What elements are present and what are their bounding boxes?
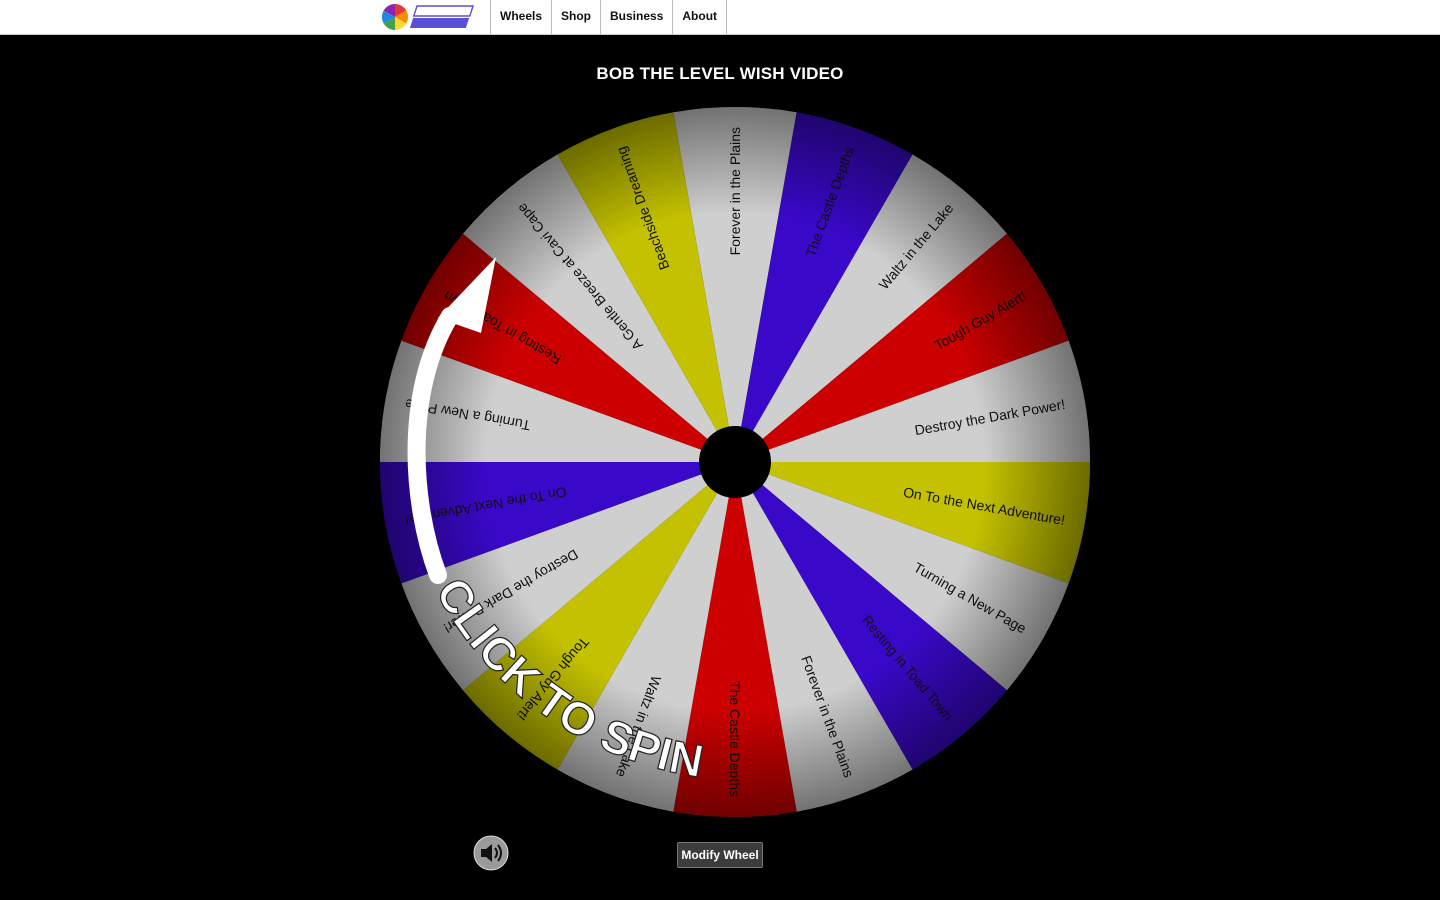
spinner-wheel[interactable]: Forever in the PlainsThe Castle DepthsWa…	[0, 0, 1440, 900]
modify-wheel-button[interactable]: Modify Wheel	[677, 842, 763, 868]
wheel-hub	[699, 426, 771, 498]
speaker-icon	[473, 835, 509, 871]
sound-toggle-button[interactable]	[473, 835, 509, 871]
